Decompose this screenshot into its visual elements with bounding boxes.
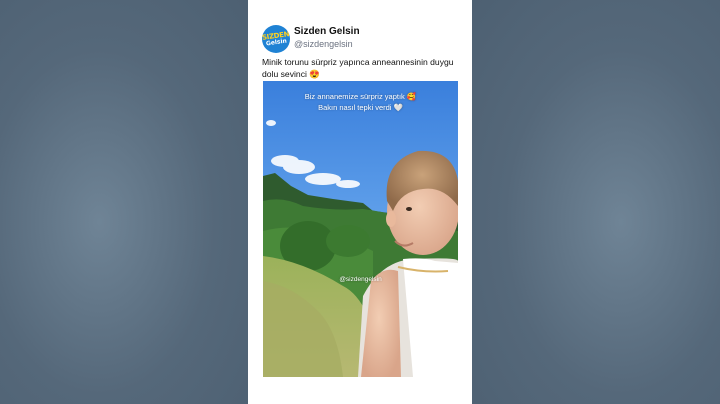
account-handle[interactable]: @sizdengelsin xyxy=(294,39,353,49)
video-caption-line2: Bakın nasıl tepki verdi 🤍 xyxy=(318,103,403,112)
video-caption-line1: Biz annanemize sürpriz yaptık 🥰 xyxy=(304,92,417,101)
blurred-background-right xyxy=(472,0,720,404)
video-watermark: @sizdengelsin xyxy=(339,276,382,283)
video-caption: Biz annanemize sürpriz yaptık 🥰 Bakın na… xyxy=(263,91,458,113)
blurred-background-left xyxy=(0,0,248,404)
post-text: Minik torunu sürpriz yapınca anneannesin… xyxy=(262,57,454,79)
avatar[interactable]: SIZDEN Gelsin xyxy=(262,25,290,53)
video-scene xyxy=(263,81,458,377)
video-frame[interactable]: Biz annanemize sürpriz yaptık 🥰 Bakın na… xyxy=(263,81,458,377)
avatar-text-line2: Gelsin xyxy=(265,37,287,47)
post-card: SIZDEN Gelsin Sizden Gelsin @sizdengelsi… xyxy=(248,0,472,404)
account-name[interactable]: Sizden Gelsin xyxy=(294,26,360,37)
